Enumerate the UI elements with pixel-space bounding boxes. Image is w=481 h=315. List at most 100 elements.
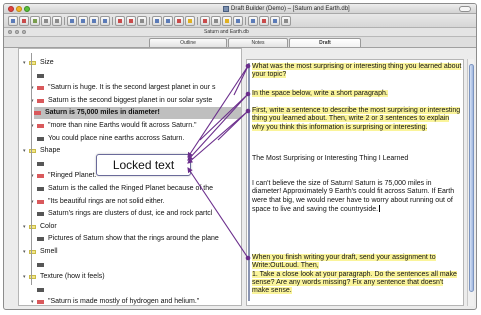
arrow-down-button[interactable]	[100, 16, 110, 26]
outline-row-text: "Saturn is made mostly of hydrogen and h…	[48, 298, 200, 306]
doc-close-icon[interactable]	[8, 30, 12, 34]
minimize-window-button[interactable]	[16, 6, 22, 12]
draft-heading[interactable]: The Most Surprising or Interesting Thing…	[252, 155, 462, 163]
arrow-left-icon	[70, 19, 74, 23]
arrow-left-button[interactable]	[67, 16, 77, 26]
disclosure-triangle-icon[interactable]: ▾	[23, 274, 26, 280]
outline-note-row[interactable]: ▾ "more than nine Earths would fit across…	[19, 120, 241, 132]
toolbar	[4, 14, 476, 28]
note-marker-icon	[37, 212, 44, 217]
highlight-button[interactable]	[185, 16, 195, 26]
outline-row-text: Color	[40, 222, 57, 230]
note-marker-icon	[37, 136, 44, 141]
link-icon	[177, 19, 181, 23]
text-large-button[interactable]	[233, 16, 243, 26]
draft-button[interactable]	[41, 16, 51, 26]
outline-note-row[interactable]	[19, 284, 241, 296]
outline-category-row[interactable]: ▾ Size	[19, 57, 241, 69]
disclosure-triangle-icon[interactable]: ▾	[23, 148, 26, 154]
tab-notes[interactable]: Notes	[228, 38, 288, 47]
outline-row-text: "more than nine Earths would fit across …	[48, 122, 197, 129]
outline-note-row[interactable]	[19, 259, 241, 271]
arrow-right-icon	[81, 19, 85, 23]
arrow-down-icon	[103, 19, 107, 23]
outline-category-row[interactable]: ▾ Texture (how it feels)	[19, 271, 241, 283]
note-button[interactable]	[222, 16, 232, 26]
outline-pane[interactable]: ▾ Size ▾ "Saturn is huge. It is the second …	[18, 48, 242, 306]
arrow-up-icon	[92, 19, 96, 23]
disclosure-triangle-icon[interactable]: ▾	[31, 299, 34, 305]
locked-text-callout: Locked text	[96, 154, 191, 176]
link-button[interactable]	[174, 16, 184, 26]
draft-margin-line	[248, 63, 250, 301]
search-button[interactable]	[270, 16, 280, 26]
arrow-up-button[interactable]	[89, 16, 99, 26]
outline-row-text: "Its beautiful rings are not solid eithe…	[48, 197, 165, 205]
outline-note-row[interactable]: Saturn's rings are clusters of dust, ice…	[19, 208, 241, 220]
quote-marker-icon	[37, 98, 44, 103]
outline-row-text: You could place nine earths accross Satu…	[48, 134, 185, 142]
outline-note-row[interactable]: ▾ "Saturn is made mostly of hydrogen and …	[19, 296, 241, 306]
format-button[interactable]	[137, 16, 147, 26]
insert-button[interactable]	[52, 16, 62, 26]
draft-prompt-4: When you finish writing your draft, send…	[252, 254, 457, 295]
color-button[interactable]	[200, 16, 210, 26]
note-marker-icon	[37, 287, 44, 292]
tab-draft[interactable]: Draft	[289, 38, 361, 47]
font-icon	[118, 19, 122, 23]
outline-category-row[interactable]: ▾ Smell	[19, 246, 241, 258]
disclosure-triangle-icon[interactable]: ▾	[23, 60, 26, 66]
outline-button[interactable]	[19, 16, 29, 26]
note-marker-icon	[37, 262, 44, 267]
outline-note-row[interactable]: Pictures of Saturn show that the rings a…	[19, 233, 241, 245]
search-icon	[273, 19, 277, 23]
document-name: Saturn and Earth.db	[204, 29, 249, 35]
document-button[interactable]	[8, 16, 18, 26]
toolbar-separator	[64, 17, 65, 25]
doc-minimize-icon[interactable]	[15, 30, 19, 34]
outline-category-row[interactable]: ▾ Color	[19, 221, 241, 233]
outline-icon	[22, 19, 26, 23]
list-button[interactable]	[211, 16, 221, 26]
note-marker-icon	[37, 73, 44, 78]
font-size-button[interactable]	[152, 16, 162, 26]
tab-outline[interactable]: Outline	[149, 38, 227, 47]
arrow-right-button[interactable]	[78, 16, 88, 26]
toolbar-toggle-button[interactable]	[459, 6, 471, 12]
doc-zoom-icon[interactable]	[22, 30, 26, 34]
close-window-button[interactable]	[8, 6, 14, 12]
insert-icon	[55, 19, 59, 23]
disclosure-triangle-icon[interactable]: ▾	[23, 224, 26, 230]
outline-note-row[interactable]: You could place nine earths accross Satu…	[19, 133, 241, 145]
font-size-icon	[155, 19, 159, 23]
notes-icon	[33, 19, 37, 23]
text-small-button[interactable]	[248, 16, 258, 26]
speak-button[interactable]	[259, 16, 269, 26]
outline-note-row[interactable]: Saturn is the called the Ringed Planet b…	[19, 183, 241, 195]
bold-button[interactable]	[163, 16, 173, 26]
spell-button[interactable]	[126, 16, 136, 26]
disclosure-triangle-icon[interactable]: ▾	[23, 249, 26, 255]
notes-button[interactable]	[30, 16, 40, 26]
window-title: Draft Builder (Demo) – [Saturn and Earth…	[231, 6, 350, 12]
draft-scroll-thumb[interactable]	[469, 64, 474, 292]
outline-note-row[interactable]: ▾ Saturn is the second biggest planet in …	[19, 95, 241, 107]
app-window: Draft Builder (Demo) – [Saturn and Earth…	[3, 3, 477, 310]
draft-pane[interactable]: What was the most surprising or interest…	[246, 59, 464, 306]
settings-button[interactable]	[281, 16, 291, 26]
outline-note-row[interactable]	[19, 70, 241, 82]
outline-row-text: Smell	[40, 248, 58, 255]
zoom-window-button[interactable]	[24, 6, 30, 12]
font-button[interactable]	[115, 16, 125, 26]
outline-note-row[interactable]: ▾ "Its beautiful rings are not solid eith…	[19, 196, 241, 208]
draft-body-text[interactable]: I can't believe the size of Saturn! Satu…	[252, 180, 462, 214]
bold-icon	[166, 19, 170, 23]
document-proxy-icon	[223, 6, 229, 12]
draft-scrollbar[interactable]	[467, 59, 474, 306]
note-icon	[225, 19, 229, 23]
outline-note-row[interactable]: Saturn is 75,000 miles in diameter!	[34, 107, 241, 120]
outline-row-text: Size	[40, 59, 54, 66]
outline-row-text: "Saturn is huge. It is the second larges…	[48, 84, 216, 92]
outline-note-row[interactable]: ▾ "Saturn is huge. It is the second large…	[19, 82, 241, 94]
outline-row-text: Texture (how it feels)	[40, 273, 105, 281]
